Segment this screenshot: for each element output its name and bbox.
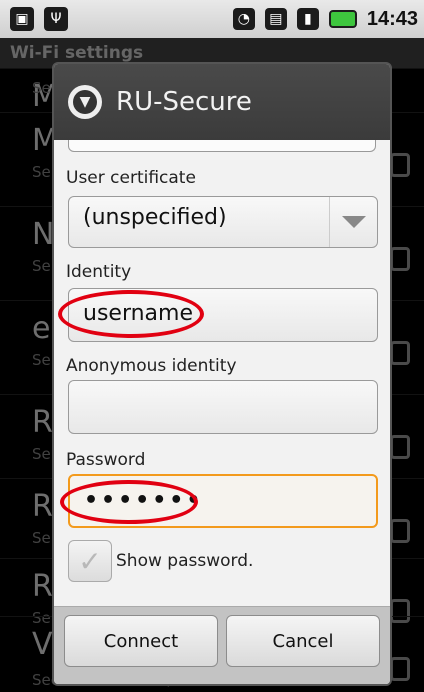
wifi-connect-dialog: ▼ RU-Secure User certificate (unspecifie… [52, 62, 392, 686]
identity-label: Identity [66, 262, 132, 282]
cancel-button[interactable]: Cancel [226, 615, 380, 667]
dialog-body: User certificate (unspecified) Identity … [54, 140, 390, 606]
user-certificate-select[interactable]: (unspecified) [68, 196, 378, 248]
battery-icon [328, 10, 357, 28]
signal-icon: ▮ [296, 8, 319, 30]
wifi-lock-icon: ▼ [68, 85, 102, 119]
dialog-footer: Connect Cancel [54, 606, 390, 684]
identity-highlight [58, 290, 204, 338]
anonymous-identity-input[interactable] [68, 380, 378, 434]
anonymous-identity-label: Anonymous identity [66, 356, 237, 376]
dropdown-arrow-icon [329, 197, 377, 247]
usb-icon: Ψ [44, 7, 68, 31]
dialog-title: RU-Secure [116, 87, 252, 117]
password-highlight [60, 480, 198, 524]
sim-icon: ▤ [264, 8, 287, 30]
show-password-checkbox[interactable]: ✓ [68, 540, 112, 582]
connect-button[interactable]: Connect [64, 615, 218, 667]
wifi-signal-icon: ◔ [232, 8, 255, 30]
dialog-header: ▼ RU-Secure [54, 64, 390, 140]
show-password-label: Show password. [116, 551, 254, 571]
status-bar: ▣ Ψ ◔ ▤ ▮ 14:43 [0, 0, 424, 38]
clock: 14:43 [366, 7, 418, 30]
password-label: Password [66, 450, 146, 470]
show-password-row[interactable]: ✓ Show password. [68, 540, 253, 582]
scrolled-field[interactable] [68, 140, 376, 152]
user-certificate-label: User certificate [66, 168, 196, 188]
android-debug-icon: ▣ [10, 7, 34, 31]
